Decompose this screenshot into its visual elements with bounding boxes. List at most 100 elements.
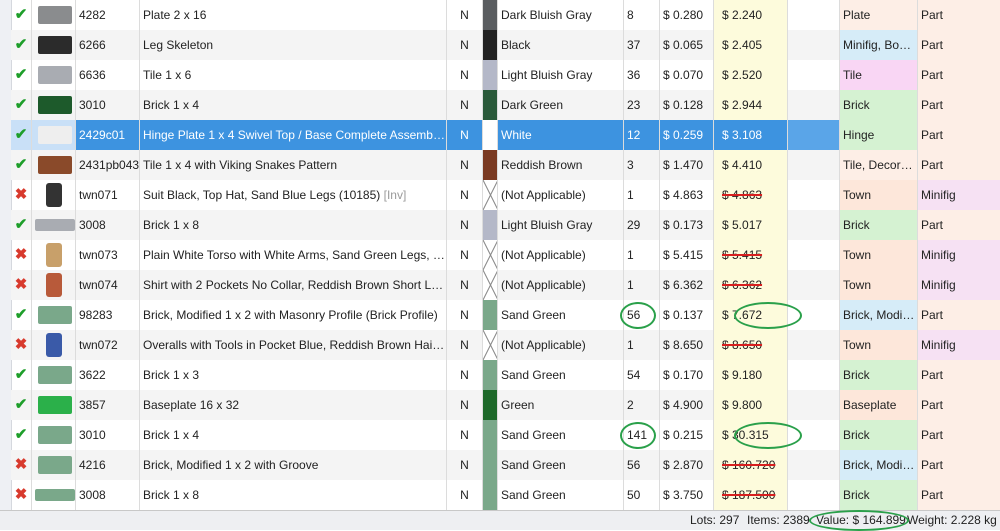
status-cell[interactable]: ✖ (11, 330, 32, 360)
check-icon[interactable]: ✔ (15, 126, 28, 143)
condition[interactable]: N (447, 480, 483, 510)
unit-price[interactable]: $ 4.900 (660, 390, 714, 420)
part-id[interactable]: twn073 (76, 240, 140, 270)
condition[interactable]: N (447, 330, 483, 360)
empty-cell[interactable] (788, 300, 840, 330)
empty-cell[interactable] (788, 450, 840, 480)
part-name-cell[interactable]: Brick, Modified 1 x 2 with Groove (140, 450, 447, 480)
unit-price[interactable]: $ 6.362 (660, 270, 714, 300)
color-name[interactable]: (Not Applicable) (498, 240, 624, 270)
part-id[interactable]: 98283 (76, 300, 140, 330)
category[interactable]: Town (840, 180, 918, 210)
item-type[interactable]: Minifig (918, 180, 1000, 210)
part-name-cell[interactable]: Brick 1 x 8 (140, 210, 447, 240)
unit-price[interactable]: $ 1.470 (660, 150, 714, 180)
status-cell[interactable]: ✔ (11, 390, 32, 420)
color-name[interactable]: Green (498, 390, 624, 420)
table-row[interactable]: ✔ 3857 Baseplate 16 x 32 N Green 2 $ 4.900 $ 9.… (11, 390, 1000, 420)
condition[interactable]: N (447, 150, 483, 180)
empty-cell[interactable] (788, 240, 840, 270)
category[interactable]: Brick (840, 210, 918, 240)
item-type[interactable]: Part (918, 360, 1000, 390)
part-id[interactable]: twn074 (76, 270, 140, 300)
total-price-cell[interactable]: $ 2.520 (714, 60, 788, 90)
total-price-cell[interactable]: $ 2.405 (714, 30, 788, 60)
quantity[interactable]: 1 (624, 330, 660, 360)
empty-cell[interactable] (788, 60, 840, 90)
unit-price[interactable]: $ 0.280 (660, 0, 714, 30)
empty-cell[interactable] (788, 180, 840, 210)
empty-cell[interactable] (788, 270, 840, 300)
status-cell[interactable]: ✔ (11, 120, 32, 150)
total-price-cell[interactable]: $ 7.672 (714, 300, 788, 330)
condition[interactable]: N (447, 90, 483, 120)
status-cell[interactable]: ✔ (11, 210, 32, 240)
color-name[interactable]: Dark Green (498, 90, 624, 120)
condition[interactable]: N (447, 0, 483, 30)
table-row[interactable]: ✔ 6266 Leg Skeleton N Black 37 $ 0.065 $ 2.405 M… (11, 30, 1000, 60)
quantity[interactable]: 37 (624, 30, 660, 60)
category[interactable]: Minifig, Body... (840, 30, 918, 60)
color-name[interactable]: Sand Green (498, 480, 624, 510)
total-price-cell[interactable]: $ 5.017 (714, 210, 788, 240)
part-name-cell[interactable]: Brick 1 x 3 (140, 360, 447, 390)
part-name-cell[interactable]: Brick 1 x 4 (140, 90, 447, 120)
empty-cell[interactable] (788, 480, 840, 510)
item-type[interactable]: Part (918, 210, 1000, 240)
quantity[interactable]: 1 (624, 180, 660, 210)
empty-cell[interactable] (788, 390, 840, 420)
total-price-cell[interactable]: $ 6.362 (714, 270, 788, 300)
part-id[interactable]: 3857 (76, 390, 140, 420)
status-cell[interactable]: ✔ (11, 150, 32, 180)
part-name-cell[interactable]: Brick 1 x 8 (140, 480, 447, 510)
table-row[interactable]: ✔ 3010 Brick 1 x 4 N Sand Green 141 $ 0.215 $ 3… (11, 420, 1000, 450)
quantity[interactable]: 1 (624, 240, 660, 270)
total-price-cell[interactable]: $ 9.800 (714, 390, 788, 420)
item-type[interactable]: Part (918, 120, 1000, 150)
color-name[interactable]: Reddish Brown (498, 150, 624, 180)
item-type[interactable]: Minifig (918, 240, 1000, 270)
color-name[interactable]: Light Bluish Gray (498, 210, 624, 240)
unit-price[interactable]: $ 0.137 (660, 300, 714, 330)
table-row[interactable]: ✔ 2429c01 Hinge Plate 1 x 4 Swivel Top / B… (11, 120, 1000, 150)
condition[interactable]: N (447, 120, 483, 150)
quantity[interactable]: 12 (624, 120, 660, 150)
unit-price[interactable]: $ 5.415 (660, 240, 714, 270)
category[interactable]: Tile (840, 60, 918, 90)
condition[interactable]: N (447, 300, 483, 330)
total-price-cell[interactable]: $ 9.180 (714, 360, 788, 390)
table-row[interactable]: ✔ 4282 Plate 2 x 16 N Dark Bluish Gray 8 $ 0.2… (11, 0, 1000, 30)
color-name[interactable]: Sand Green (498, 450, 624, 480)
empty-cell[interactable] (788, 30, 840, 60)
item-type[interactable]: Minifig (918, 330, 1000, 360)
category[interactable]: Brick (840, 360, 918, 390)
part-name-cell[interactable]: Tile 1 x 4 with Viking Snakes Pattern (140, 150, 447, 180)
quantity[interactable]: 141 (624, 420, 660, 450)
cross-icon[interactable]: ✖ (15, 486, 28, 503)
total-price-cell[interactable]: $ 2.944 (714, 90, 788, 120)
part-name-cell[interactable]: Plate 2 x 16 (140, 0, 447, 30)
check-icon[interactable]: ✔ (15, 216, 28, 233)
total-price-cell[interactable]: $ 8.650 (714, 330, 788, 360)
quantity[interactable]: 50 (624, 480, 660, 510)
unit-price[interactable]: $ 0.128 (660, 90, 714, 120)
part-id[interactable]: 4282 (76, 0, 140, 30)
check-icon[interactable]: ✔ (15, 366, 28, 383)
quantity[interactable]: 29 (624, 210, 660, 240)
quantity[interactable]: 1 (624, 270, 660, 300)
table-row[interactable]: ✔ 98283 Brick, Modified 1 x 2 with Masonry… (11, 300, 1000, 330)
quantity[interactable]: 8 (624, 0, 660, 30)
check-icon[interactable]: ✔ (15, 96, 28, 113)
quantity[interactable]: 54 (624, 360, 660, 390)
empty-cell[interactable] (788, 330, 840, 360)
table-row[interactable]: ✔ 3622 Brick 1 x 3 N Sand Green 54 $ 0.170 $ 9.… (11, 360, 1000, 390)
status-cell[interactable]: ✖ (11, 480, 32, 510)
part-id[interactable]: 3010 (76, 420, 140, 450)
unit-price[interactable]: $ 4.863 (660, 180, 714, 210)
empty-cell[interactable] (788, 360, 840, 390)
condition[interactable]: N (447, 180, 483, 210)
total-price-cell[interactable]: $ 5.415 (714, 240, 788, 270)
condition[interactable]: N (447, 420, 483, 450)
status-cell[interactable]: ✔ (11, 0, 32, 30)
total-price-cell[interactable]: $ 30.315 (714, 420, 788, 450)
